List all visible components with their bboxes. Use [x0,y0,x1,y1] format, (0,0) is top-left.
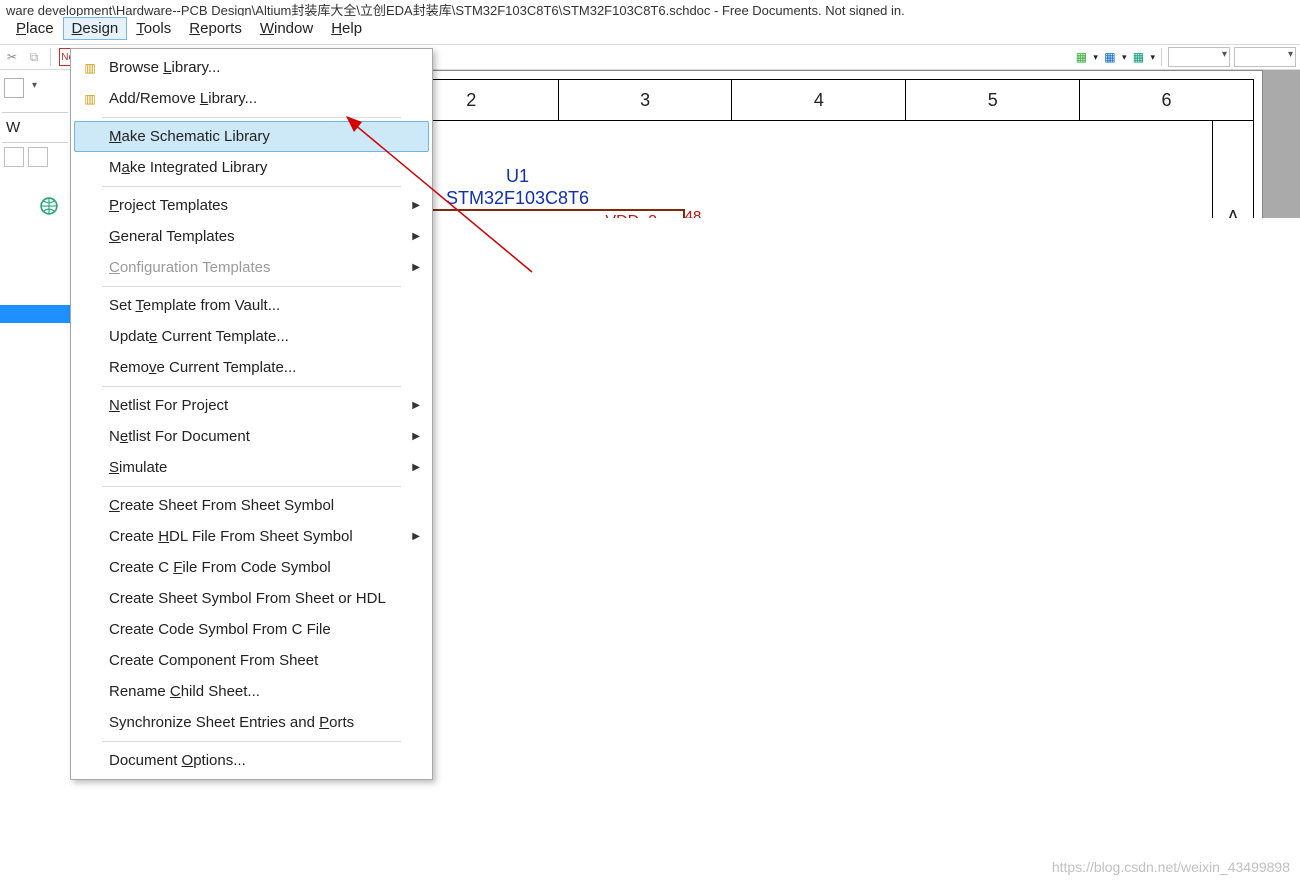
menu-item[interactable]: Remove Current Template... [74,352,429,383]
menu-item[interactable]: Create C File From Code Symbol [74,552,429,583]
menu-item[interactable]: Create Component From Sheet [74,645,429,676]
grid-blue-icon[interactable]: ▦ [1102,49,1118,65]
globe-icon[interactable] [40,197,58,215]
menu-item[interactable]: ▥Add/Remove Library... [74,83,429,114]
col-header: 4 [732,80,906,120]
cut-icon[interactable]: ✂ [4,49,20,65]
menu-tools[interactable]: Tools [128,18,179,39]
menu-item[interactable]: Create Sheet From Sheet Symbol [74,490,429,521]
pin-number: 48 [683,208,703,219]
menu-item[interactable]: Synchronize Sheet Entries and Ports [74,707,429,738]
combo-2[interactable] [1234,47,1296,67]
pin-label: VDD_3 [599,213,663,218]
left-panel: W [0,70,71,218]
left-chip-1[interactable] [4,147,24,167]
menu-reports[interactable]: Reports [181,18,250,39]
menu-item[interactable]: Create Sheet Symbol From Sheet or HDL [74,583,429,614]
menu-item: Configuration Templates▶ [74,252,429,283]
col-header: 5 [906,80,1080,120]
left-tab-label[interactable]: W [0,113,70,142]
grid-green-icon[interactable]: ▦ [1073,49,1089,65]
menu-item[interactable]: Update Current Template... [74,321,429,352]
menu-item[interactable]: ▥Browse Library... [74,52,429,83]
combo-1[interactable] [1168,47,1230,67]
menu-bar: PlaceDesignToolsReportsWindowHelp [0,16,1300,44]
menu-item[interactable]: Set Template from Vault... [74,290,429,321]
menu-item[interactable]: Make Schematic Library [74,121,429,152]
library-add-icon: ▥ [79,90,101,108]
row-header: A [1213,120,1253,218]
menu-item[interactable]: Make Integrated Library [74,152,429,183]
menu-item[interactable]: Document Options... [74,745,429,776]
menu-window[interactable]: Window [252,18,321,39]
menu-item[interactable]: Create Code Symbol From C File [74,614,429,645]
left-chip-2[interactable] [28,147,48,167]
left-dropdown-1[interactable] [4,78,24,98]
menu-design[interactable]: Design [63,17,128,40]
col-header: 3 [559,80,733,120]
pin[interactable]: 48 VDD_3 [599,211,705,218]
selection-bar [0,305,70,323]
grid-teal-icon[interactable]: ▦ [1130,49,1146,65]
design-menu: ▥Browse Library...▥Add/Remove Library...… [70,48,433,780]
watermark: https://blog.csdn.net/weixin_43499898 [1052,859,1290,875]
library-icon: ▥ [79,59,101,77]
menu-item[interactable]: Netlist For Project▶ [74,390,429,421]
menu-help[interactable]: Help [323,18,370,39]
col-header: 6 [1080,80,1253,120]
menu-item[interactable]: Rename Child Sheet... [74,676,429,707]
menu-item[interactable]: Simulate▶ [74,452,429,483]
menu-item[interactable]: Create HDL File From Sheet Symbol▶ [74,521,429,552]
menu-item[interactable]: General Templates▶ [74,221,429,252]
menu-item[interactable]: Netlist For Document▶ [74,421,429,452]
menu-item[interactable]: Project Templates▶ [74,190,429,221]
copy-icon[interactable]: ⧉ [26,49,42,65]
title-bar: ware development\Hardware--PCB Design\Al… [0,0,1300,16]
menu-place[interactable]: Place [8,18,62,39]
